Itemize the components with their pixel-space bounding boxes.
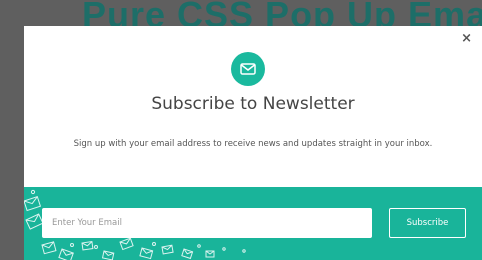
page-backdrop: Pure CSS Pop Up Email Sign × Subscribe t… xyxy=(0,0,482,260)
modal-description: Sign up with your email address to recei… xyxy=(73,139,433,149)
close-icon[interactable]: × xyxy=(461,32,472,45)
newsletter-modal: × Subscribe to Newsletter Sign up with y… xyxy=(24,26,482,260)
modal-title: Subscribe to Newsletter xyxy=(151,94,355,114)
envelope-icon xyxy=(240,63,256,75)
subscribe-button[interactable]: Subscribe xyxy=(389,208,466,238)
envelope-badge xyxy=(231,52,265,86)
subscribe-form-band: Subscribe xyxy=(24,187,482,260)
email-field[interactable] xyxy=(42,208,372,238)
